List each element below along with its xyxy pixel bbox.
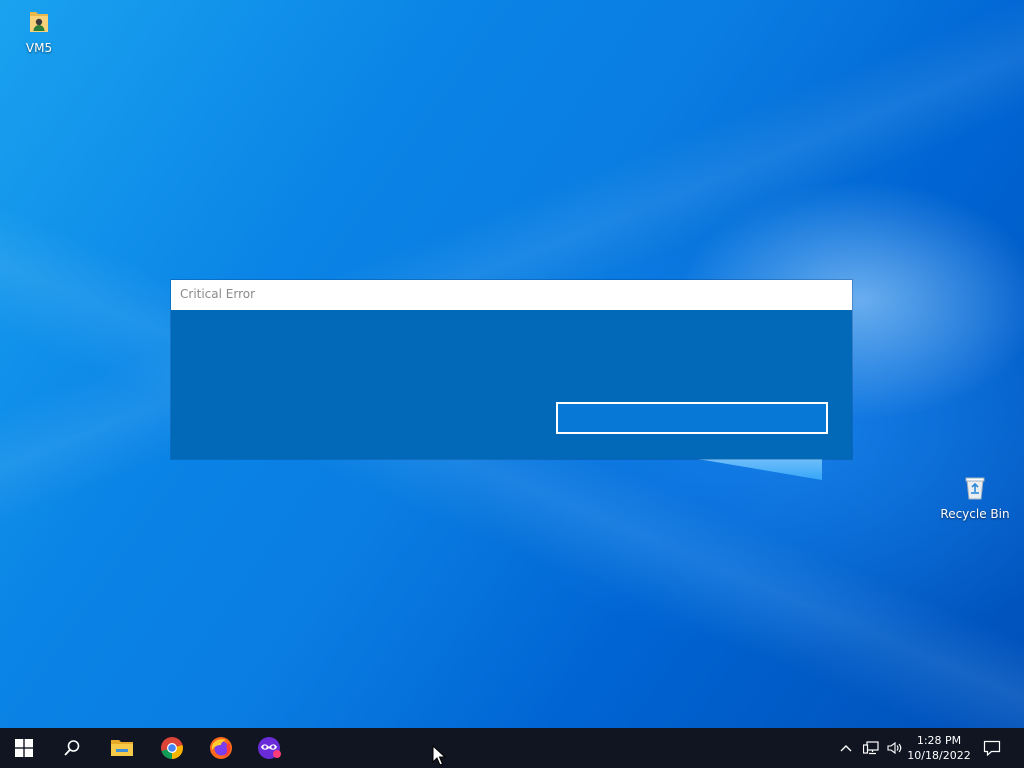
clock-date: 10/18/2022 [907, 749, 971, 762]
firefox-icon [210, 737, 232, 759]
desktop: VM5 Recycle Bin Critical Error [0, 0, 1024, 728]
taskbar-clock[interactable]: 1:28 PM 10/18/2022 [906, 728, 972, 768]
critical-error-dialog: Critical Error [171, 280, 852, 459]
wallpaper-window-pane [680, 456, 822, 480]
start-button[interactable] [0, 728, 48, 768]
network-icon [863, 741, 879, 755]
dialog-button[interactable] [556, 402, 828, 434]
desktop-icon-label: VM5 [25, 41, 53, 55]
taskbar: 1:28 PM 10/18/2022 [0, 728, 1024, 768]
show-hidden-icons-button[interactable] [836, 728, 856, 768]
app-icon [258, 737, 281, 759]
dialog-titlebar[interactable]: Critical Error [171, 280, 852, 310]
recycle-bin-icon [965, 477, 985, 500]
taskbar-file-explorer[interactable] [98, 728, 146, 768]
network-tray-button[interactable] [860, 728, 882, 768]
search-button[interactable] [48, 728, 96, 768]
desktop-icon-vm5[interactable]: VM5 [1, 8, 77, 55]
volume-icon [887, 741, 902, 755]
taskbar-chrome[interactable] [148, 728, 196, 768]
user-folder-icon [30, 12, 48, 32]
desktop-icon-label: Recycle Bin [940, 507, 1010, 521]
start-icon [15, 739, 33, 757]
clock-time: 1:28 PM [916, 734, 962, 747]
mouse-cursor-icon [432, 745, 446, 766]
notification-icon [983, 740, 1001, 756]
dialog-title: Critical Error [180, 287, 256, 301]
file-explorer-icon [111, 740, 133, 756]
chrome-icon [161, 737, 183, 759]
desktop-icon-recycle-bin[interactable]: Recycle Bin [937, 474, 1013, 521]
taskbar-firefox[interactable] [197, 728, 245, 768]
taskbar-app[interactable] [246, 728, 294, 768]
volume-tray-button[interactable] [884, 728, 906, 768]
chevron-up-icon [840, 745, 852, 752]
search-icon [64, 740, 80, 756]
action-center-button[interactable] [978, 728, 1006, 768]
